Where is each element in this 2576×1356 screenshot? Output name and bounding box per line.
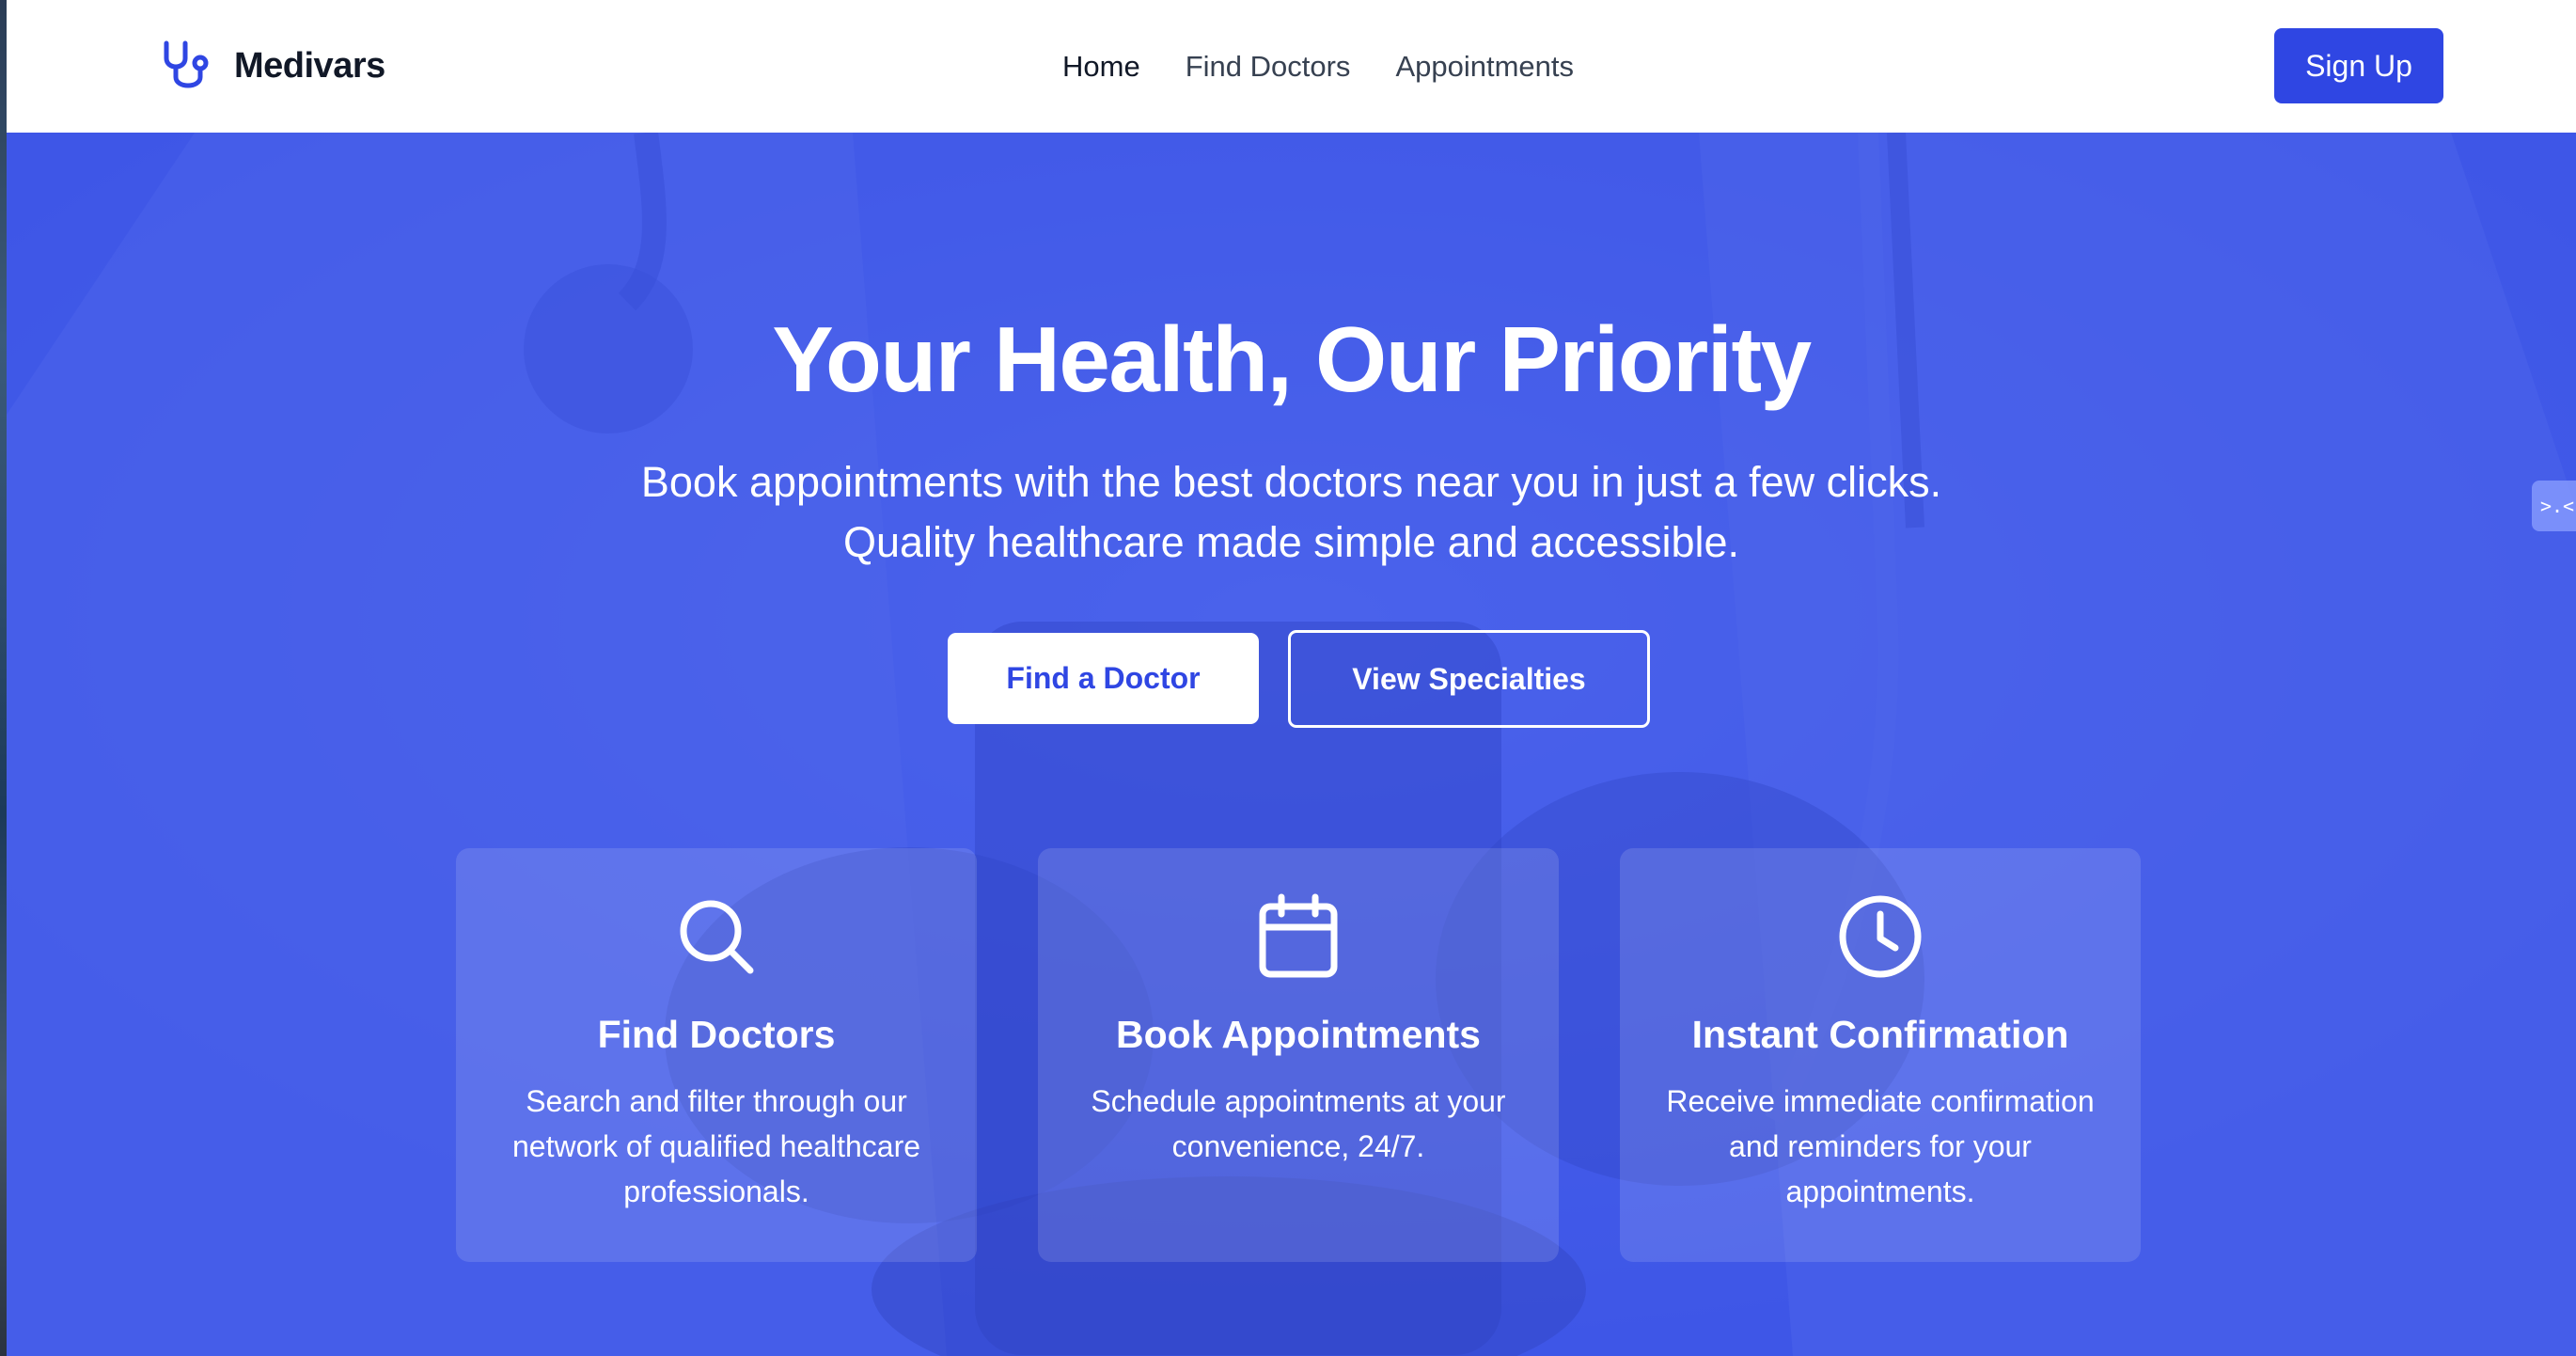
find-a-doctor-button[interactable]: Find a Doctor (948, 633, 1259, 724)
clock-icon (1839, 895, 1922, 978)
hero-subtitle-line-2: Quality healthcare made simple and acces… (843, 518, 1739, 566)
brand-name: Medivars (234, 45, 385, 86)
feature-card-instant-confirmation: Instant Confirmation Receive immediate c… (1620, 848, 2141, 1262)
stethoscope-icon (164, 40, 209, 88)
feature-description: Receive immediate confirmation and remin… (1666, 1084, 2095, 1208)
main-nav: Home Find Doctors Appointments (1062, 43, 1574, 90)
hero-section: Your Health, Our Priority Book appointme… (7, 133, 2576, 1356)
feature-description: Search and filter through our network of… (511, 1084, 921, 1208)
nav-appointments[interactable]: Appointments (1395, 50, 1574, 84)
feature-card-book-appointments: Book Appointments Schedule appointments … (1038, 848, 1559, 1262)
nav-home[interactable]: Home (1062, 50, 1140, 84)
search-icon (680, 900, 754, 974)
site-header: Medivars Home Find Doctors Appointments … (7, 0, 2576, 133)
sign-up-button[interactable]: Sign Up (2274, 28, 2443, 103)
desktop-background-strip (0, 0, 7, 1356)
calendar-icon (1259, 893, 1338, 978)
feature-title: Find Doctors (597, 1013, 836, 1056)
feature-title: Instant Confirmation (1691, 1013, 2069, 1056)
feature-title: Book Appointments (1116, 1013, 1481, 1056)
feature-description: Schedule appointments at your convenienc… (1091, 1084, 1506, 1163)
brand-logo[interactable]: Medivars (157, 33, 385, 99)
hero-subtitle-line-1: Book appointments with the best doctors … (640, 458, 1942, 506)
hero-title: Your Health, Our Priority (772, 307, 1812, 411)
feature-card-find-doctors: Find Doctors Search and filter through o… (456, 848, 977, 1262)
hero-subtitle: Book appointments with the best doctors … (7, 452, 2576, 573)
collapse-arrows-icon[interactable]: >.< (2532, 481, 2576, 531)
view-specialties-button[interactable]: View Specialties (1288, 630, 1650, 728)
nav-find-doctors[interactable]: Find Doctors (1186, 50, 1351, 84)
